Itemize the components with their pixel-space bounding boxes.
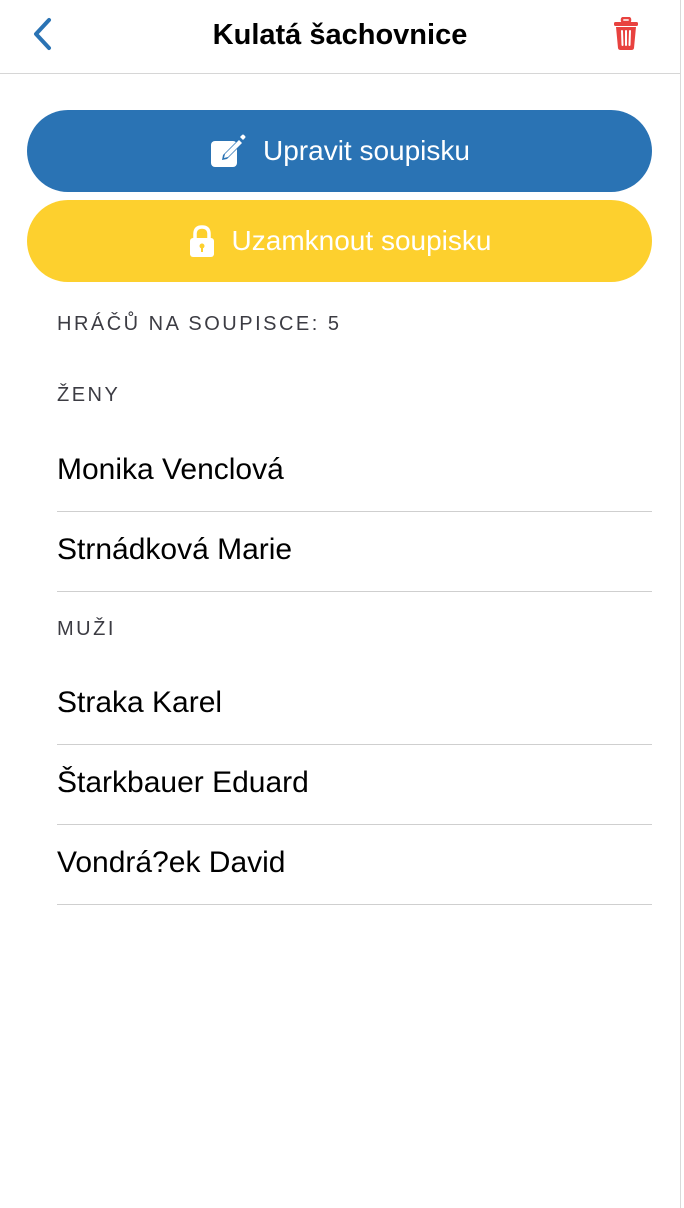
delete-button[interactable] <box>606 14 646 54</box>
window-edge-divider <box>680 0 681 1208</box>
roster-screen: Kulatá šachovnice Upravit soupisku Uzamk… <box>0 0 684 1208</box>
player-row[interactable]: Štarkbauer Eduard <box>57 745 652 825</box>
lock-roster-button[interactable]: Uzamknout soupisku <box>27 200 652 282</box>
player-name: Strnádková Marie <box>57 533 293 566</box>
section-header-men: MUŽI <box>57 618 116 640</box>
player-name: Straka Karel <box>57 686 223 719</box>
section-header-women: ŽENY <box>57 384 121 406</box>
player-count-label: HRÁČŮ NA SOUPISCE: 5 <box>57 313 342 335</box>
lock-icon <box>188 224 216 258</box>
edit-roster-label: Upravit soupisku <box>263 135 470 166</box>
lock-roster-label: Uzamknout soupisku <box>231 225 492 256</box>
edit-icon <box>209 133 247 169</box>
back-button[interactable] <box>24 14 60 54</box>
player-row[interactable]: Monika Venclová <box>57 432 652 512</box>
chevron-left-icon <box>34 18 51 50</box>
navigation-bar: Kulatá šachovnice <box>0 0 680 74</box>
player-row[interactable]: Strnádková Marie <box>57 512 652 592</box>
player-name: Vondrá?ek David <box>57 846 286 879</box>
player-name: Štarkbauer Eduard <box>57 766 309 799</box>
player-row[interactable]: Vondrá?ek David <box>57 825 652 905</box>
trash-icon <box>614 17 638 50</box>
player-name: Monika Venclová <box>57 453 284 486</box>
player-row[interactable]: Straka Karel <box>57 665 652 745</box>
page-title: Kulatá šachovnice <box>212 19 468 51</box>
edit-roster-button[interactable]: Upravit soupisku <box>27 110 652 192</box>
